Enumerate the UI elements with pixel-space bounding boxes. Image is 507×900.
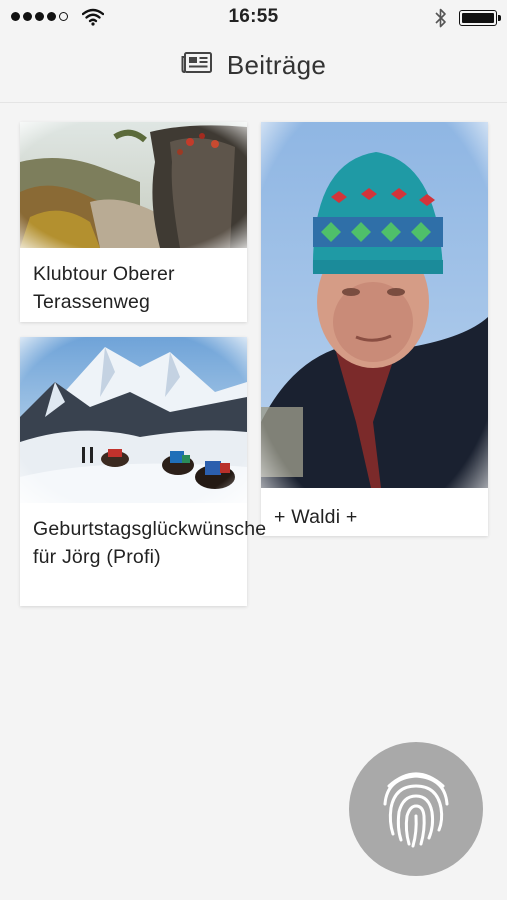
post-image (261, 122, 488, 488)
post-title: + Waldi + (274, 506, 358, 528)
post-title: Klubtour Oberer Terassenweg (33, 263, 175, 313)
fingerprint-button[interactable] (349, 742, 483, 876)
post-image (20, 337, 247, 503)
page-title: Beiträge (226, 50, 327, 80)
fingerprint-icon (379, 764, 453, 855)
bluetooth-icon (434, 7, 448, 34)
nav-header: Beiträge (0, 36, 507, 103)
post-card[interactable]: Klubtour Oberer Terassenweg (20, 122, 247, 322)
post-card[interactable]: + Waldi + (261, 122, 488, 536)
newspaper-icon (181, 51, 213, 80)
post-card[interactable]: Geburtstagsglückwünsche für Jörg (Profi) (20, 337, 267, 606)
status-time: 16:55 (228, 6, 279, 27)
battery-icon (459, 10, 501, 26)
post-image (20, 122, 247, 248)
battery-fill (462, 13, 494, 23)
post-title: Geburtstagsglückwünsche für Jörg (Profi) (33, 518, 267, 568)
status-bar: 16:55 (0, 0, 507, 36)
